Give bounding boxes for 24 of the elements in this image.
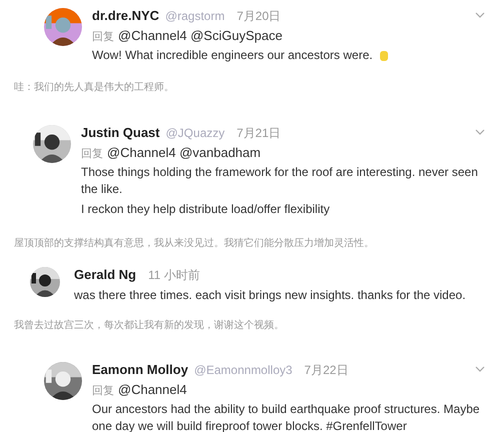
- chevron-down-icon[interactable]: [475, 12, 485, 18]
- reply-label: 回复: [81, 147, 103, 161]
- comment-text: Those things holding the framework for the roof are interesting. never seen the like.: [81, 164, 479, 198]
- comment-text: Wow! What incredible engineers our ancestors were.: [92, 47, 373, 64]
- post-date: 7月20日: [236, 8, 281, 25]
- comment-text: I reckon they help distribute load/offer flexibility: [81, 201, 330, 218]
- user-name[interactable]: dr.dre.NYC: [92, 8, 160, 23]
- post-date: 7月21日: [236, 125, 281, 142]
- post-date: 11 小时前: [148, 267, 200, 284]
- reply-mentions[interactable]: @Channel4 @vanbadham: [107, 145, 261, 160]
- user-name[interactable]: Gerald Ng: [74, 267, 136, 282]
- reply-label: 回复: [92, 384, 114, 398]
- comment-text: was there three times. each visit brings new insights. thanks for the video.: [74, 287, 466, 304]
- reply-mentions[interactable]: @Channel4 @SciGuySpace: [118, 28, 282, 43]
- translation-text: 屋顶顶部的支撑结构真有意思，我从来没见过。我猜它们能分散压力增加灵活性。: [14, 236, 375, 250]
- translation-text: 我曾去过故宫三次，每次都让我有新的发现，谢谢这个视频。: [14, 318, 285, 332]
- chevron-down-icon[interactable]: [475, 129, 485, 135]
- post-date: 7月22日: [304, 362, 348, 379]
- reply-label: 回复: [92, 30, 114, 44]
- translation-text: 哇：我们的先人真是伟大的工程师。: [14, 80, 175, 94]
- user-name[interactable]: Eamonn Molloy: [92, 362, 188, 377]
- chevron-down-icon[interactable]: [475, 366, 485, 372]
- reply-mentions[interactable]: @Channel4: [118, 382, 187, 397]
- user-name[interactable]: Justin Quast: [81, 125, 160, 140]
